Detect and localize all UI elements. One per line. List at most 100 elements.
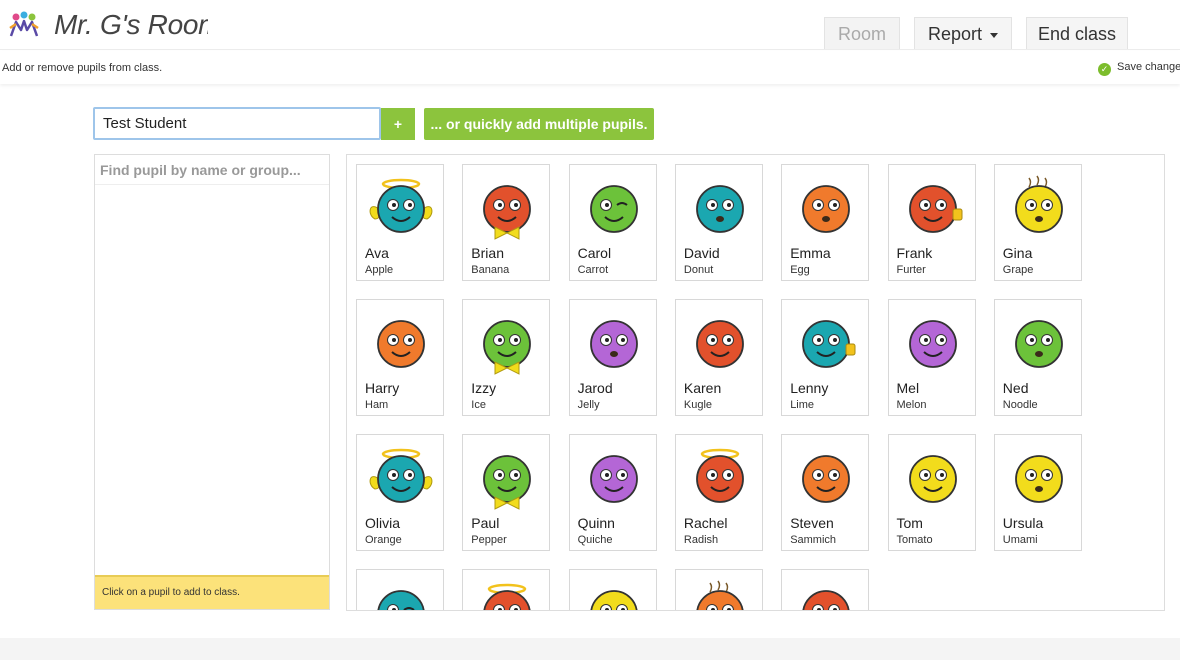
- pupil-card[interactable]: Mel Melon: [887, 299, 976, 416]
- pupil-card[interactable]: [356, 569, 444, 610]
- pupil-first-name: Harry: [365, 380, 400, 396]
- add-pupil-button[interactable]: +: [381, 108, 415, 140]
- pupil-first-name: Izzy: [471, 380, 497, 396]
- avatar-smile-icon: [802, 590, 850, 610]
- avatar-shocked-icon: [589, 320, 638, 368]
- avatar-smile-icon: [589, 455, 638, 503]
- pupil-first-name: Karen: [683, 380, 722, 396]
- avatar-angel-winged-icon: [369, 178, 433, 233]
- instruction-text: Add or remove pupils from class.: [2, 62, 163, 74]
- avatar-smile-icon: [590, 590, 638, 610]
- pupil-card[interactable]: Paul Pepper: [462, 434, 551, 551]
- pupil-grid: Ava Apple Brian Banana Carol Carrot David Donut…: [346, 154, 1165, 611]
- pupil-card[interactable]: Ursula Umami: [993, 434, 1082, 551]
- avatar-bowtie-icon: [483, 185, 532, 240]
- pupil-last-name: Quiche: [577, 534, 613, 546]
- pupil-first-name: Quinn: [577, 515, 615, 531]
- avatar-halo-icon: [483, 583, 531, 610]
- pupil-card[interactable]: [568, 569, 657, 610]
- app-window: Mr. G's Room Room Report End class Add o…: [0, 0, 1180, 660]
- save-status[interactable]: ✓ Save changes: [1098, 61, 1180, 76]
- add-multiple-pupils-button[interactable]: ... or quickly add multiple pupils.: [424, 108, 654, 140]
- avatar-thumbs-up-icon: [908, 185, 962, 233]
- end-class-button[interactable]: End class: [1026, 17, 1128, 49]
- pupil-card[interactable]: Rachel Radish: [674, 434, 763, 551]
- avatar-frazzled-icon: [1014, 175, 1063, 233]
- pupil-last-name: Banana: [471, 264, 510, 276]
- pupil-first-name: Lenny: [790, 380, 829, 396]
- sub-bar: Add or remove pupils from class. ✓ Save c…: [0, 51, 1180, 84]
- avatar-smile-icon: [908, 320, 957, 368]
- room-tab[interactable]: Room: [824, 17, 900, 49]
- pupil-first-name: Ned: [1002, 380, 1029, 396]
- pupil-last-name: Ice: [471, 399, 486, 411]
- pupil-last-name: Apple: [365, 264, 394, 276]
- pupil-last-name: Donut: [683, 264, 714, 276]
- pupil-card[interactable]: [674, 569, 763, 610]
- pupil-first-name: Brian: [471, 245, 504, 261]
- pupil-card[interactable]: Olivia Orange: [356, 434, 444, 551]
- pupil-last-name: Umami: [1002, 534, 1038, 546]
- pupil-card[interactable]: Brian Banana: [462, 164, 551, 281]
- report-label: Report: [927, 24, 983, 44]
- pupil-first-name: Carol: [577, 245, 612, 261]
- pupil-card[interactable]: Harry Ham: [356, 299, 444, 416]
- pupil-first-name: Ursula: [1002, 515, 1044, 531]
- pupil-first-name: Mel: [896, 380, 920, 396]
- report-dropdown[interactable]: Report: [914, 17, 1012, 49]
- find-pupil-input[interactable]: [95, 155, 329, 185]
- pupil-last-name: Jelly: [577, 399, 600, 411]
- pupil-card[interactable]: [781, 569, 870, 610]
- pupil-first-name: David: [683, 245, 720, 261]
- pupil-card[interactable]: Quinn Quiche: [568, 434, 657, 551]
- pupil-name-input[interactable]: [93, 107, 381, 140]
- pupil-first-name: Jarod: [577, 380, 613, 396]
- avatar-shocked-icon: [802, 185, 851, 233]
- pupil-card[interactable]: Ava Apple: [356, 164, 444, 281]
- pupil-card[interactable]: David Donut: [674, 164, 763, 281]
- pupil-last-name: Grape: [1002, 264, 1034, 276]
- avatar-halo-icon: [695, 448, 744, 503]
- pupil-first-name: Gina: [1002, 245, 1033, 261]
- pupil-last-name: Pepper: [471, 534, 507, 546]
- avatar-shocked-icon: [1014, 320, 1063, 368]
- pupil-last-name: Radish: [683, 534, 719, 546]
- end-class-label: End class: [1037, 24, 1117, 44]
- pupil-card[interactable]: Jarod Jelly: [568, 299, 657, 416]
- pupil-card[interactable]: Emma Egg: [781, 164, 870, 281]
- pupil-first-name: Frank: [896, 245, 933, 261]
- pupil-last-name: Carrot: [577, 264, 609, 276]
- top-bar: Mr. G's Room Room Report End class: [0, 0, 1180, 50]
- pupil-card[interactable]: Karen Kugle: [674, 299, 763, 416]
- avatar-bowtie-icon: [483, 455, 532, 510]
- pupil-card[interactable]: Carol Carrot: [568, 164, 657, 281]
- pupil-card[interactable]: Frank Furter: [887, 164, 976, 281]
- pupil-first-name: Rachel: [683, 515, 728, 531]
- pupil-last-name: Tomato: [896, 534, 933, 546]
- save-status-label: Save changes: [1117, 61, 1180, 73]
- avatar-angel-winged-icon: [369, 448, 433, 503]
- pupil-last-name: Orange: [365, 534, 402, 546]
- check-circle-icon: ✓: [1098, 63, 1111, 76]
- pupil-card[interactable]: Gina Grape: [993, 164, 1082, 281]
- pupil-first-name: Emma: [790, 245, 831, 261]
- pupil-card[interactable]: Tom Tomato: [887, 434, 976, 551]
- pupil-card[interactable]: Lenny Lime: [781, 299, 870, 416]
- avatar-shocked-icon: [1014, 455, 1063, 503]
- avatar-smile-icon: [802, 455, 851, 503]
- pupil-first-name: Steven: [790, 515, 834, 531]
- avatar-happy-icon: [695, 320, 744, 368]
- pupil-last-name: Furter: [896, 264, 926, 276]
- pupil-card[interactable]: Ned Noodle: [993, 299, 1082, 416]
- pupil-card[interactable]: [462, 569, 551, 610]
- avatar-wink-icon: [589, 185, 638, 233]
- footer-bar: [0, 638, 1180, 660]
- pupil-first-name: Ava: [365, 245, 389, 261]
- avatar-shocked-icon: [695, 185, 744, 233]
- pupil-card[interactable]: Izzy Ice: [462, 299, 551, 416]
- pupil-last-name: Melon: [896, 399, 927, 411]
- pupil-card[interactable]: Steven Sammich: [781, 434, 870, 551]
- pupil-last-name: Egg: [790, 264, 810, 276]
- class-list-panel: Click on a pupil to add to class.: [94, 154, 330, 610]
- pupil-last-name: Kugle: [683, 399, 713, 411]
